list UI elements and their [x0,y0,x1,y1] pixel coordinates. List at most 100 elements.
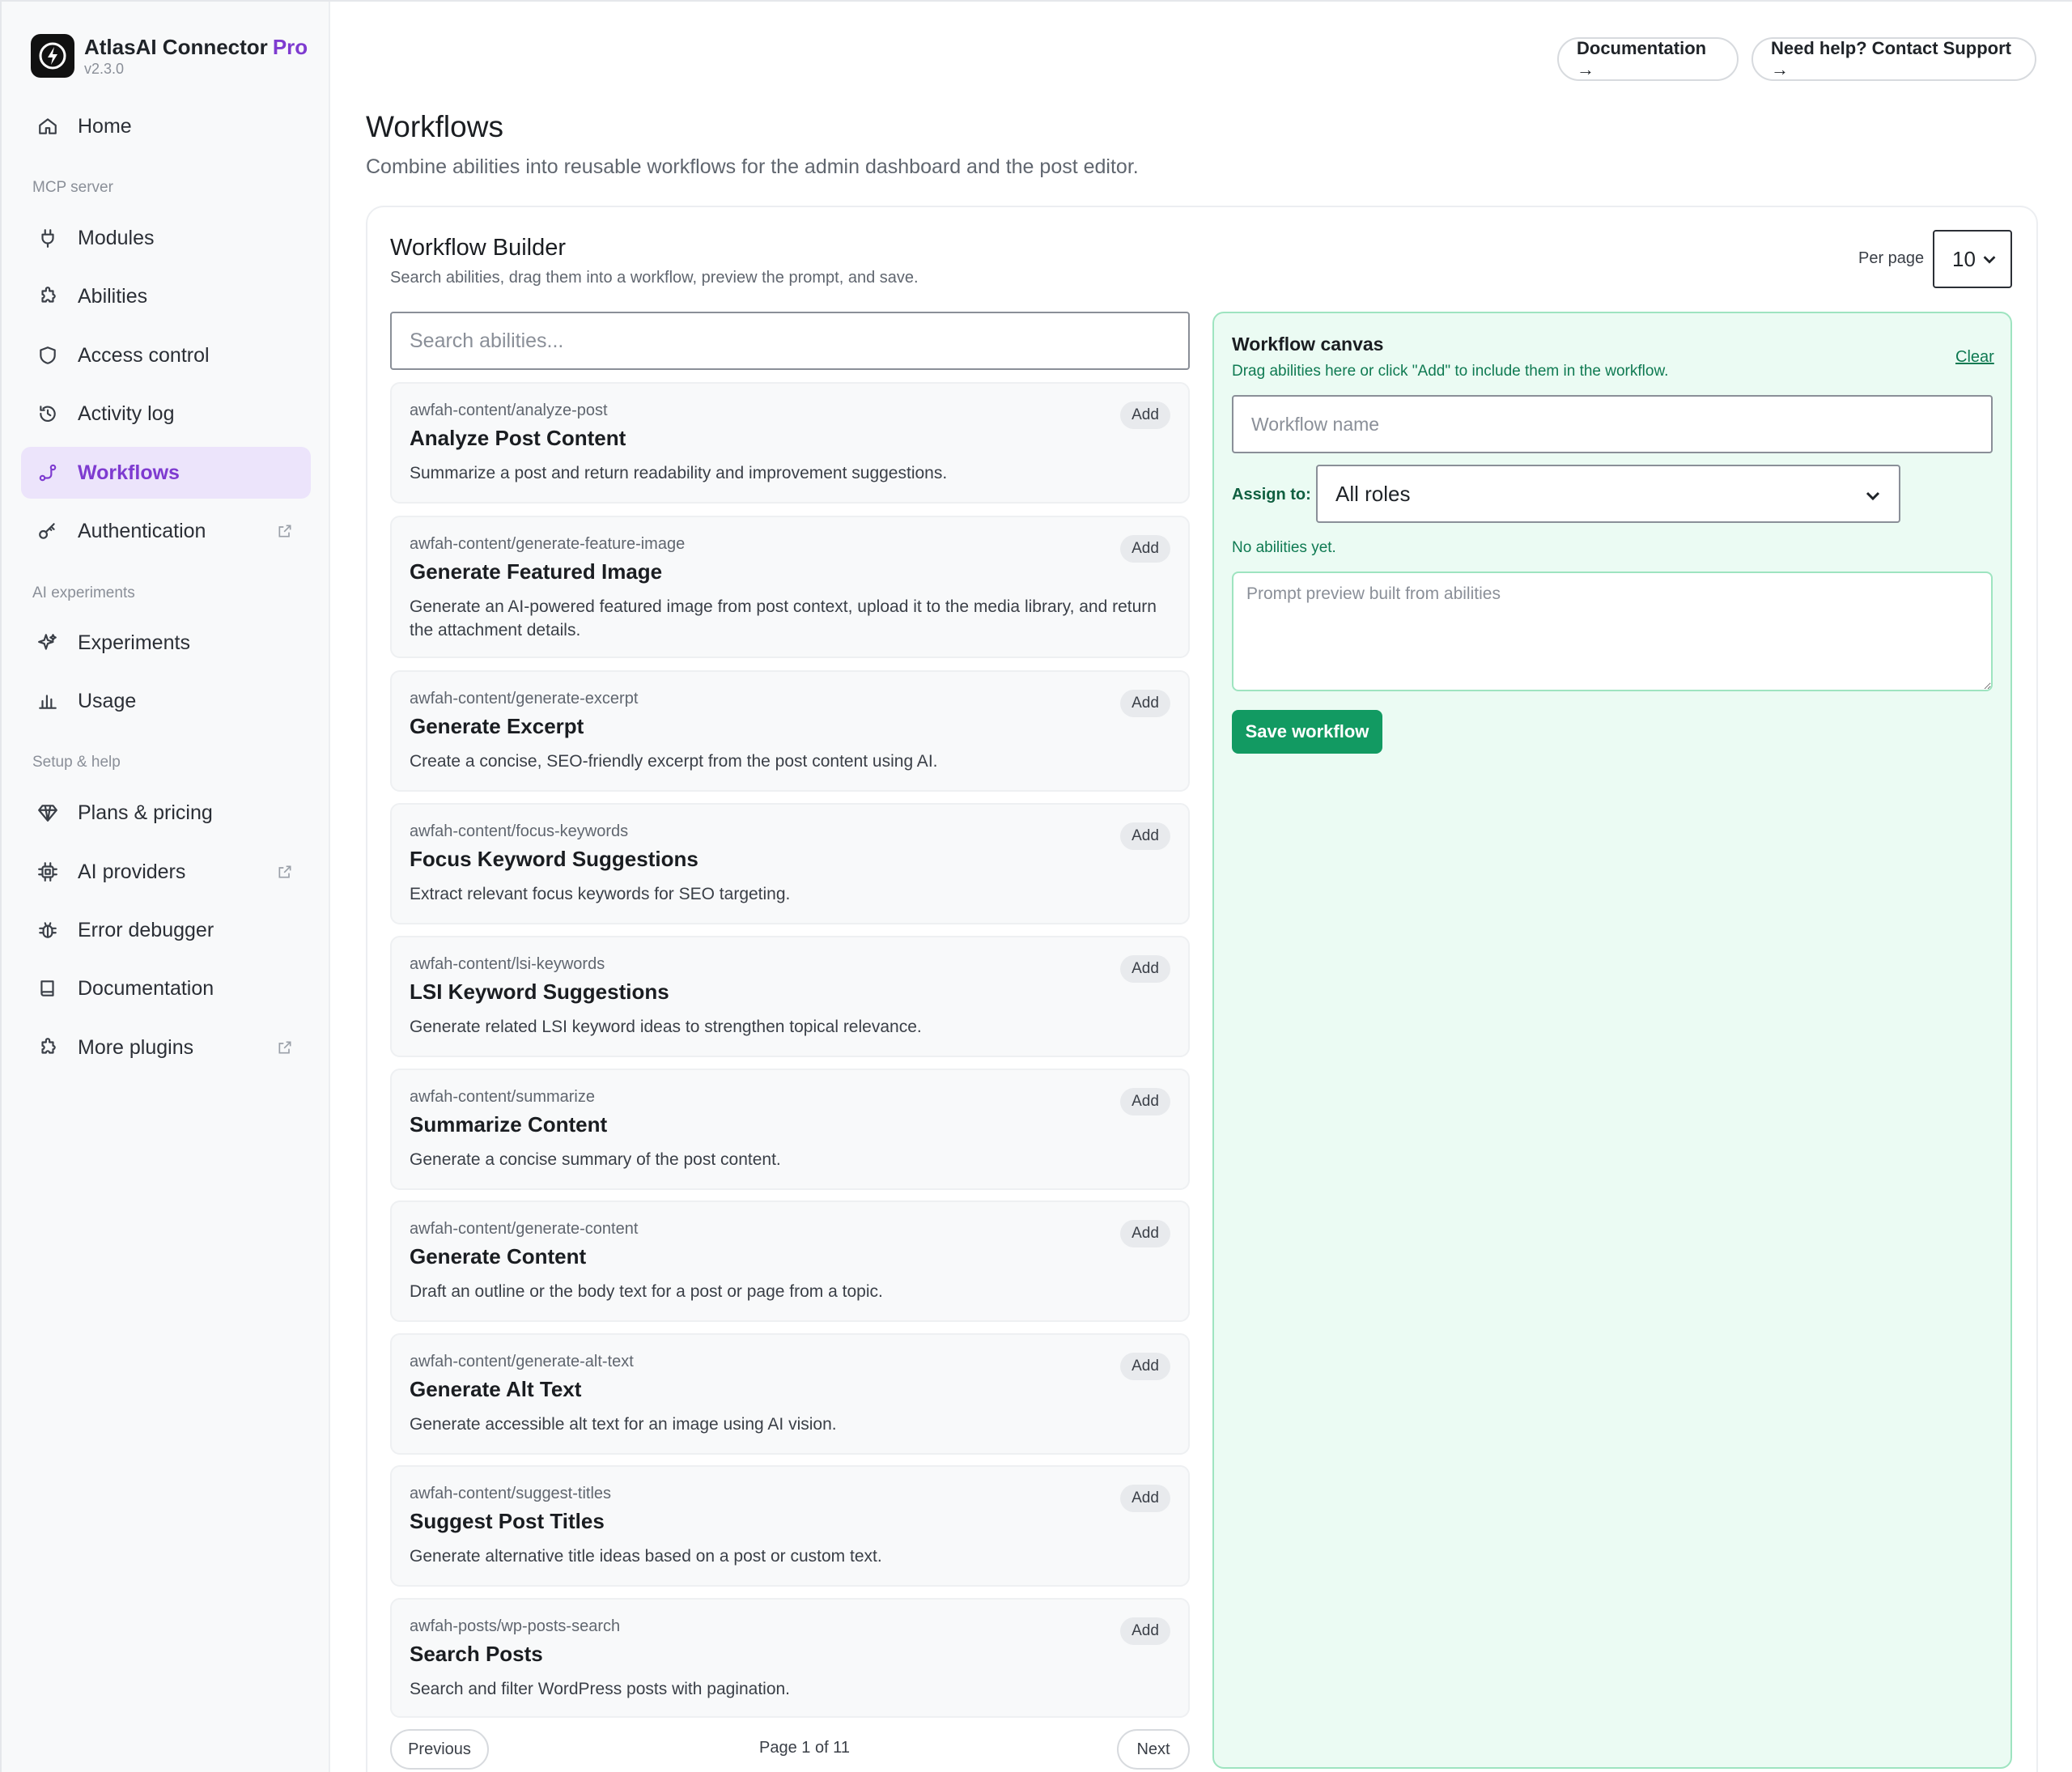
canvas-subtitle: Drag abilities here or click "Add" to in… [1232,363,1669,380]
clear-canvas-link[interactable]: Clear [1955,348,1994,367]
add-ability-button[interactable]: Add [1120,535,1170,563]
ability-slug: awfah-posts/wp-posts-search [410,1617,621,1635]
sidebar-item-label: Activity log [78,402,175,425]
app-window: AtlasAI Connector Pro v2.3.0 Home MCP ser… [0,0,2072,1772]
sidebar-item-experiments[interactable]: Experiments [21,617,311,669]
nav-section-ai: AI experiments [32,584,135,601]
sidebar-item-access-control[interactable]: Access control [21,329,311,381]
sidebar-item-authentication[interactable]: Authentication [21,505,311,557]
ability-card[interactable]: awfah-content/analyze-post Analyze Post … [390,382,1190,504]
next-page-button[interactable]: Next [1117,1729,1190,1770]
ability-name: Generate Alt Text [410,1377,582,1401]
ability-description: Summarize a post and return readability … [410,464,948,482]
add-ability-button[interactable]: Add [1120,1353,1170,1380]
sidebar-item-home[interactable]: Home [21,100,311,152]
per-page-label: Per page [1858,249,1925,267]
chevron-down-icon [1983,256,1996,264]
add-ability-button[interactable]: Add [1120,822,1170,850]
ability-card[interactable]: awfah-content/generate-excerpt Generate … [390,670,1190,792]
puzzle-icon [36,284,60,308]
per-page-select[interactable]: 10 [1933,230,2012,288]
ability-card[interactable]: awfah-content/generate-feature-image Gen… [390,516,1190,658]
ability-card[interactable]: awfah-content/focus-keywords Focus Keywo… [390,803,1190,924]
add-ability-button[interactable]: Add [1120,1617,1170,1645]
nav-section-setup: Setup & help [32,754,121,771]
sidebar-item-label: Experiments [78,631,190,654]
history-icon [36,402,60,426]
add-ability-button[interactable]: Add [1120,402,1170,429]
ability-description: Generate a concise summary of the post c… [410,1150,781,1169]
save-workflow-button[interactable]: Save workflow [1232,710,1382,754]
sidebar-item-label: Home [78,114,132,138]
add-ability-button[interactable]: Add [1120,1485,1170,1512]
ability-card[interactable]: awfah-content/suggest-titles Suggest Pos… [390,1465,1190,1587]
assign-role-select[interactable]: All roles [1316,465,1900,523]
book-icon [36,976,60,1001]
key-icon [36,519,60,543]
ability-slug: awfah-content/analyze-post [410,402,608,419]
page-indicator: Page 1 of 11 [759,1739,850,1757]
assign-to-label: Assign to: [1232,486,1311,504]
workflow-icon [36,461,60,485]
documentation-button[interactable]: Documentation → [1557,37,1739,81]
prompt-preview-textarea[interactable] [1232,572,1993,691]
ability-card[interactable]: awfah-content/generate-alt-text Generate… [390,1333,1190,1455]
page-subtitle: Combine abilities into reusable workflow… [366,155,1139,178]
sidebar-item-abilities[interactable]: Abilities [21,270,311,322]
previous-page-button[interactable]: Previous [390,1729,489,1770]
sidebar-item-usage[interactable]: Usage [21,675,311,727]
external-link-icon [277,1038,295,1056]
sparkle-icon [36,631,60,655]
ability-card[interactable]: awfah-content/summarize Summarize Conten… [390,1069,1190,1190]
sidebar-item-documentation[interactable]: Documentation [21,962,311,1014]
add-ability-button[interactable]: Add [1120,690,1170,717]
search-abilities-input[interactable] [390,312,1190,370]
sidebar-item-more-plugins[interactable]: More plugins [21,1022,311,1073]
sidebar-item-ai-providers[interactable]: AI providers [21,846,311,898]
sidebar-item-modules[interactable]: Modules [21,212,311,264]
gem-icon [36,801,60,825]
sidebar-item-workflows[interactable]: Workflows [21,447,311,499]
page-title: Workflows [366,110,503,143]
sidebar-item-plans[interactable]: Plans & pricing [21,787,311,839]
sidebar-item-activity-log[interactable]: Activity log [21,388,311,440]
builder-subtitle: Search abilities, drag them into a workf… [390,269,919,287]
ability-slug: awfah-content/suggest-titles [410,1485,612,1502]
ability-description: Draft an outline or the body text for a … [410,1282,883,1301]
ability-slug: awfah-content/summarize [410,1088,595,1106]
ability-card[interactable]: awfah-content/generate-content Generate … [390,1200,1190,1322]
sidebar-item-label: Authentication [78,519,206,542]
brand-name: AtlasAI Connector [84,34,268,59]
ability-description: Extract relevant focus keywords for SEO … [410,885,791,903]
ability-card[interactable]: awfah-posts/wp-posts-search Search Posts… [390,1598,1190,1718]
sidebar-item-label: Usage [78,689,137,712]
ability-description: Create a concise, SEO-friendly excerpt f… [410,752,938,771]
ability-description: Generate an AI-powered featured image fr… [410,597,1157,640]
brand-version: v2.3.0 [84,60,125,77]
ability-name: Suggest Post Titles [410,1509,605,1533]
home-icon [36,114,60,138]
ability-slug: awfah-content/generate-excerpt [410,690,639,708]
ability-name: LSI Keyword Suggestions [410,979,669,1004]
ability-name: Focus Keyword Suggestions [410,847,698,871]
ability-card[interactable]: awfah-content/lsi-keywords LSI Keyword S… [390,936,1190,1057]
ability-name: Generate Featured Image [410,559,663,584]
contact-support-button[interactable]: Need help? Contact Support → [1751,37,2036,81]
builder-title: Workflow Builder [390,235,567,261]
sidebar: AtlasAI Connector Pro v2.3.0 Home MCP ser… [2,2,330,1772]
add-ability-button[interactable]: Add [1120,1220,1170,1247]
sidebar-item-label: Abilities [78,284,148,308]
brand[interactable]: AtlasAI Connector Pro v2.3.0 [31,34,308,78]
ability-slug: awfah-content/lsi-keywords [410,955,605,973]
shield-icon [36,343,60,368]
assign-role-value: All roles [1335,481,1411,506]
sidebar-item-error-debugger[interactable]: Error debugger [21,904,311,956]
ability-name: Generate Content [410,1244,587,1268]
add-ability-button[interactable]: Add [1120,1088,1170,1115]
workflow-name-input[interactable] [1232,395,1993,453]
bar-chart-icon [36,689,60,713]
sidebar-item-label: Access control [78,343,210,367]
workflow-canvas[interactable] [1212,312,2012,1769]
ability-slug: awfah-content/generate-content [410,1220,639,1238]
add-ability-button[interactable]: Add [1120,955,1170,983]
